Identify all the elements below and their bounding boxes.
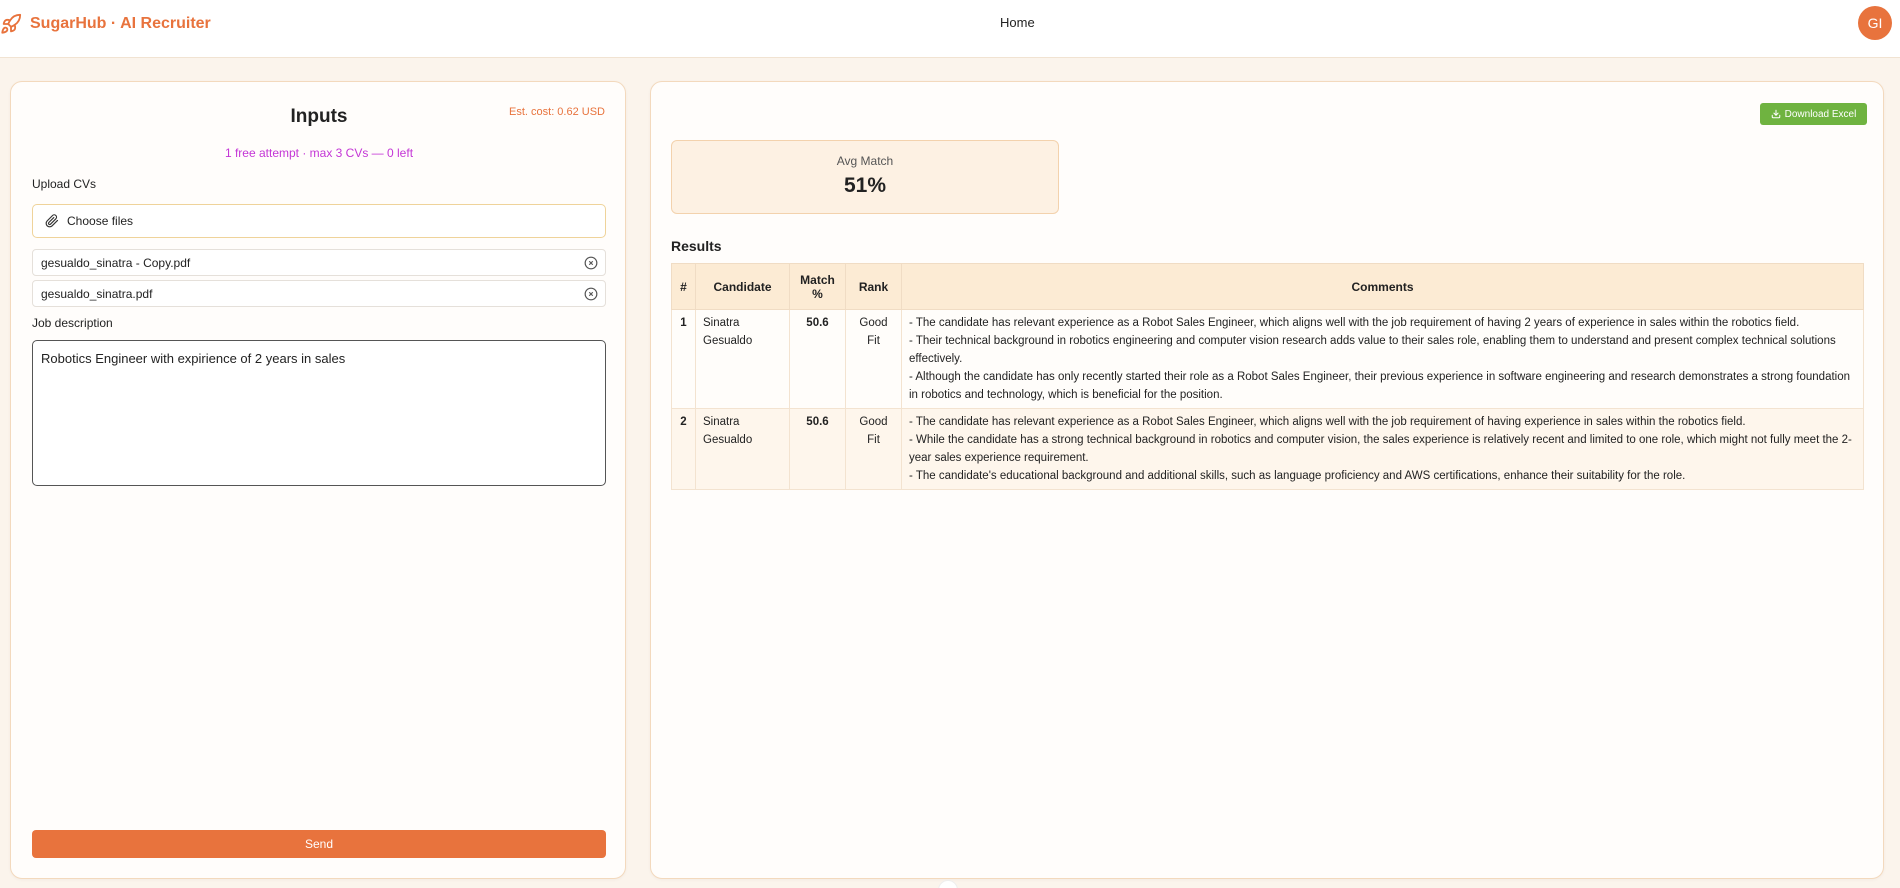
row-number: 1 [671,309,696,409]
comment-line: - Although the candidate has only recent… [909,371,1851,401]
download-icon [1771,109,1781,119]
file-item: gesualdo_sinatra.pdf [32,280,606,307]
comment-line: - Their technical background in robotics… [909,335,1836,365]
avg-match-card: Avg Match 51% [671,140,1059,214]
download-excel-button[interactable]: Download Excel [1760,103,1867,125]
file-name: gesualdo_sinatra - Copy.pdf [41,255,191,270]
nav-home-link[interactable]: Home [1000,15,1035,30]
column-header-number: # [671,263,696,310]
candidate-name: Sinatra Gesualdo [695,408,790,490]
job-description-input[interactable]: Robotics Engineer with expirience of 2 y… [32,340,606,486]
brand-logo[interactable]: SugarHub · AI Recruiter [0,12,211,36]
rocket-icon [0,13,22,35]
rank-value: Good Fit [845,408,902,490]
file-name: gesualdo_sinatra.pdf [41,286,153,301]
column-header-comments: Comments [901,263,1864,310]
row-number: 2 [671,408,696,490]
file-item: gesualdo_sinatra - Copy.pdf [32,249,606,276]
inputs-panel: Inputs Est. cost: 0.62 USD 1 free attemp… [10,81,626,879]
column-header-rank: Rank [845,263,902,310]
est-cost: Est. cost: 0.62 USD [509,106,605,118]
comments-cell: - The candidate has relevant experience … [901,408,1864,490]
download-excel-label: Download Excel [1784,108,1857,120]
comment-line: - The candidate has relevant experience … [909,416,1746,428]
send-button[interactable]: Send [32,830,606,858]
remove-file-icon[interactable] [583,255,599,271]
match-percent: 50.6 [789,309,846,409]
free-attempt-notice: 1 free attempt · max 3 CVs — 0 left [224,146,414,160]
choose-files-label: Choose files [67,214,134,228]
match-percent: 50.6 [789,408,846,490]
comment-line: - The candidate's educational background… [909,470,1686,482]
results-panel: Download Excel Avg Match 51% Results # C… [650,81,1884,879]
job-description-label: Job description [32,316,113,330]
column-header-match: Match % [789,263,846,310]
comments-cell: - The candidate has relevant experience … [901,309,1864,409]
avatar[interactable]: GI [1858,6,1892,40]
results-table: # Candidate Match % Rank Comments 1 Sina… [671,263,1864,490]
candidate-name: Sinatra Gesualdo [695,309,790,409]
rank-value: Good Fit [845,309,902,409]
column-header-candidate: Candidate [695,263,790,310]
brand-name: SugarHub · AI Recruiter [30,15,211,32]
paperclip-icon [45,214,59,228]
avg-match-value: 51% [843,174,887,197]
table-row: 1 Sinatra Gesualdo 50.6 Good Fit - The c… [671,309,1864,409]
choose-files-button[interactable]: Choose files [32,204,606,238]
results-title: Results [671,238,722,254]
top-bar: SugarHub · AI Recruiter Home GI [0,0,1900,58]
upload-cvs-label: Upload CVs [32,177,97,191]
avg-match-label: Avg Match [836,154,894,168]
comment-line: - The candidate has relevant experience … [909,317,1800,329]
comment-line: - While the candidate has a strong techn… [909,434,1852,464]
table-row: 2 Sinatra Gesualdo 50.6 Good Fit - The c… [671,408,1864,490]
remove-file-icon[interactable] [583,286,599,302]
scroll-handle[interactable] [938,880,958,888]
table-header-row: # Candidate Match % Rank Comments [671,263,1864,310]
